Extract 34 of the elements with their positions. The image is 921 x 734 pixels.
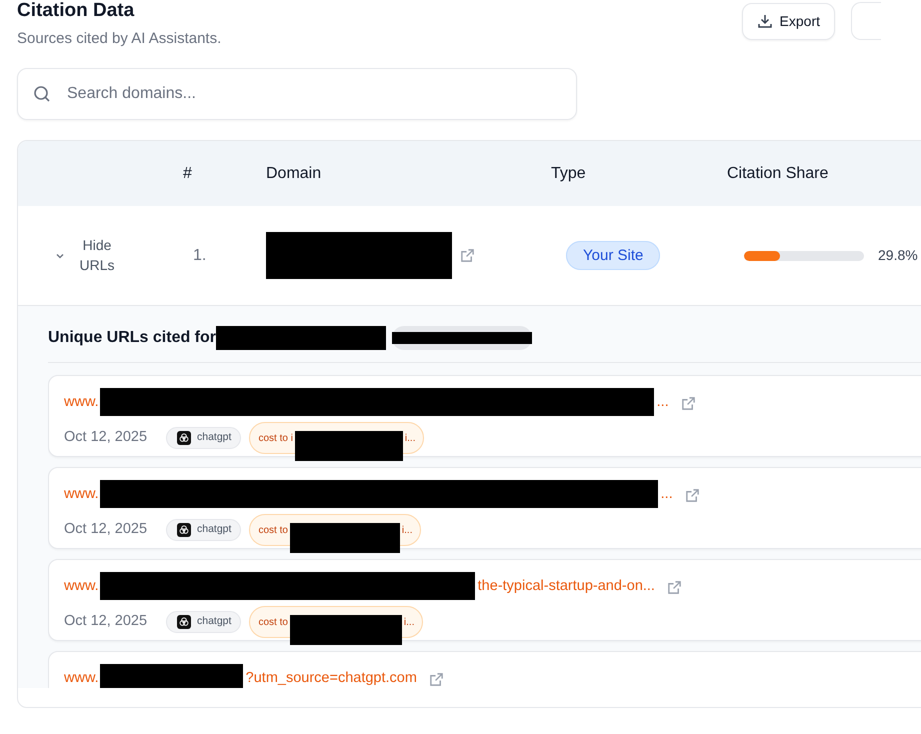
date-label: Oct 12, 2025 [64, 612, 148, 632]
url-link[interactable]: www. the-typical-startup-and-on... [64, 574, 655, 600]
external-link-icon[interactable] [680, 396, 696, 411]
export-button[interactable]: Export [742, 2, 835, 40]
date-label: Oct 12, 2025 [64, 428, 148, 448]
rank-number: 1. [192, 246, 206, 264]
column-header: Citation Share [727, 164, 828, 182]
page-title: Citation Data [17, 0, 136, 22]
assistant-chip: chatgpt [166, 611, 242, 634]
hide-urls-toggle[interactable]: Hide URLs [55, 236, 119, 276]
external-link-icon[interactable] [428, 672, 444, 687]
page-subtitle: Sources cited by AI Assistants. [17, 28, 222, 49]
external-link-icon[interactable] [684, 488, 700, 503]
assistant-chip: chatgpt [166, 427, 242, 450]
column-header: Type [551, 164, 586, 182]
external-link-icon[interactable] [666, 580, 682, 595]
url-link[interactable]: www. ?utm_source=chatgpt.com [64, 666, 417, 688]
download-icon [756, 13, 773, 29]
assistant-logo-icon [177, 431, 191, 446]
assistant-logo-icon [177, 615, 191, 630]
column-header: Domain [266, 164, 322, 182]
url-link[interactable]: www. ... [64, 390, 669, 416]
date-label: Oct 12, 2025 [64, 520, 148, 540]
column-header: # [183, 164, 192, 182]
assistant-logo-icon [177, 523, 191, 538]
assistant-chip: chatgpt [166, 519, 242, 542]
share-value: 29.8% [878, 246, 918, 266]
search-icon [33, 85, 51, 104]
url-link[interactable]: www. ... [64, 482, 673, 508]
panel-heading: Unique URLs cited for [48, 328, 216, 348]
search-bar[interactable]: Search domains... [17, 68, 577, 120]
external-link-icon[interactable] [460, 248, 475, 264]
type-badge: Your Site [566, 240, 660, 270]
search-field[interactable]: Search domains... [65, 81, 576, 108]
